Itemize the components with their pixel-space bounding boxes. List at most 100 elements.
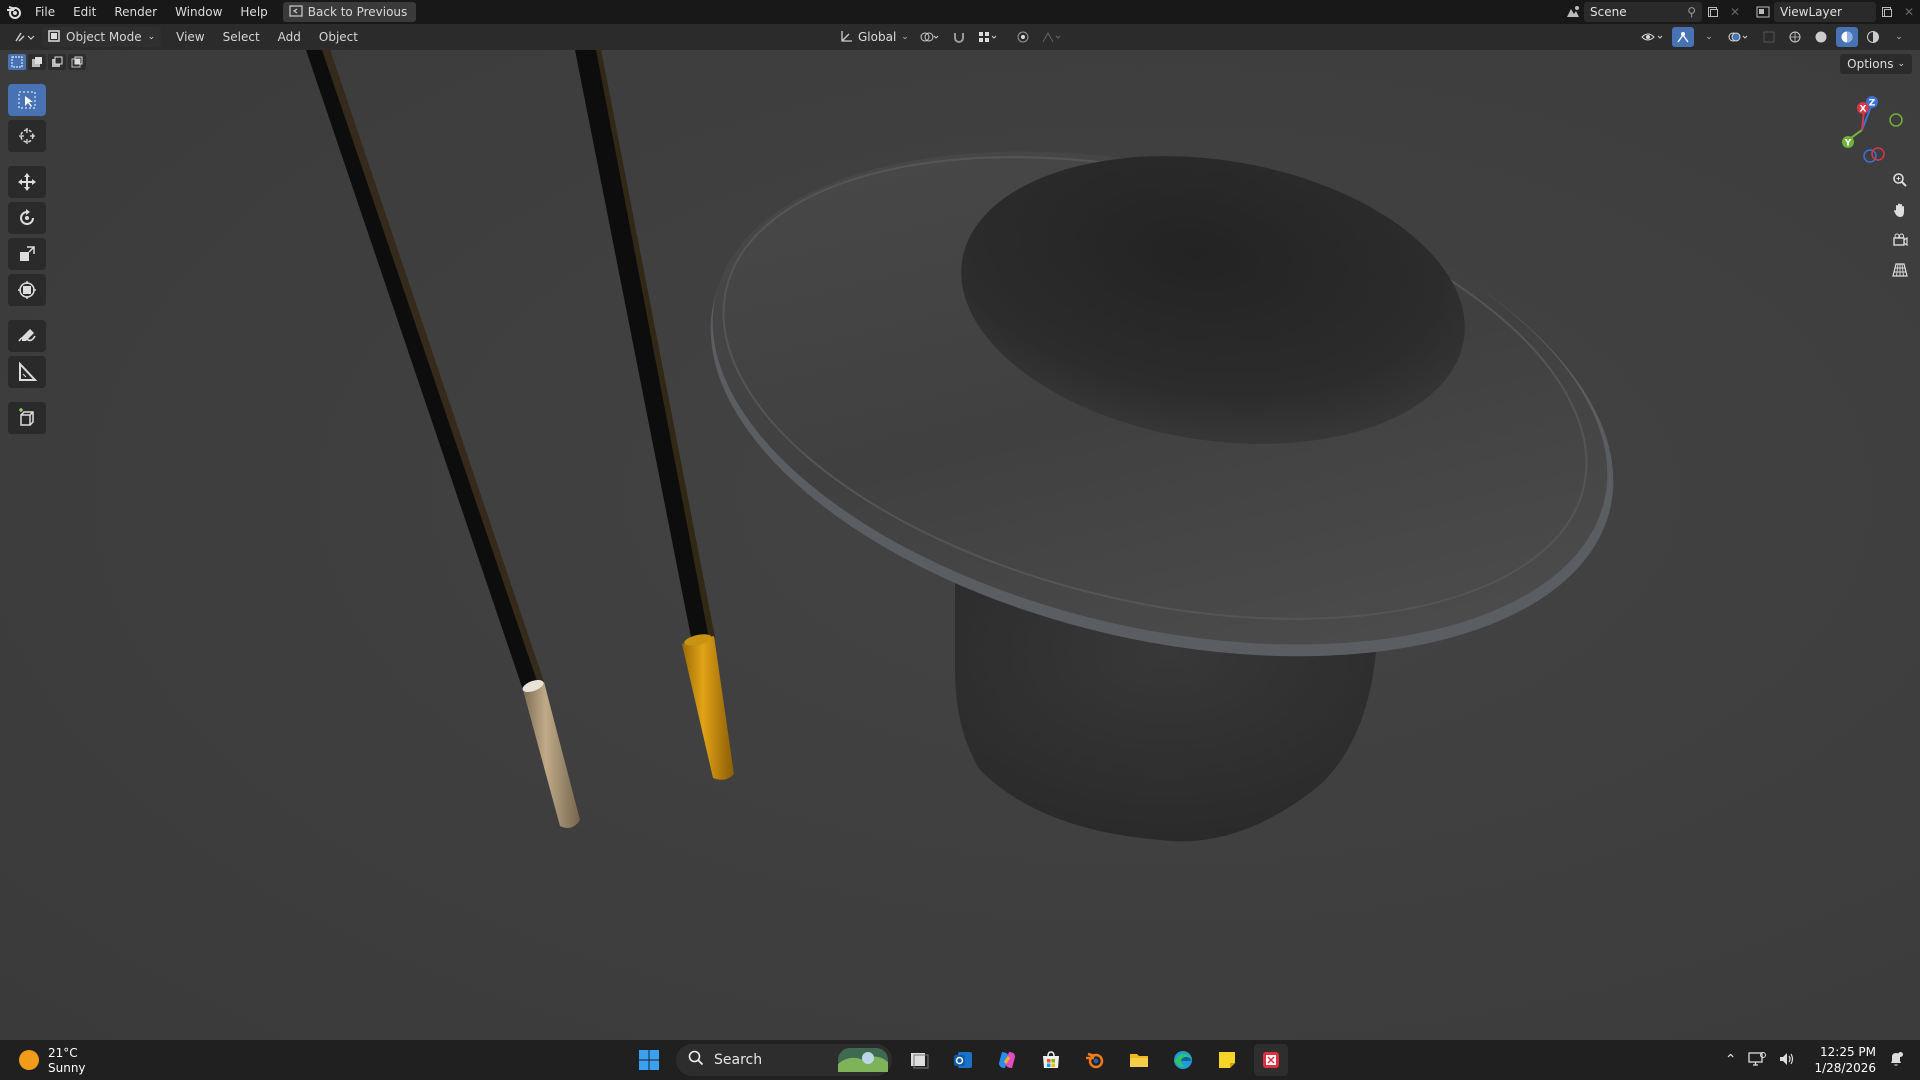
windows-taskbar: 21°C Sunny Search ⌃ 12:25 PM 1/28/2026 [0,1040,1920,1080]
gizmo-neg-z-axis[interactable] [1863,149,1877,163]
xray-toggle-icon[interactable] [1758,27,1780,47]
orientation-icon [839,29,853,46]
options-label: Options [1847,57,1894,71]
gizmo-neg-x-axis[interactable] [1871,147,1885,161]
pin-icon[interactable]: ⚲ [1687,5,1696,19]
microsoft-store-icon[interactable] [1034,1044,1068,1076]
close-scene-icon[interactable]: ✕ [1724,2,1746,22]
proportional-edit-icon[interactable] [1012,27,1034,47]
solid-shading-icon[interactable] [1810,27,1832,47]
navigation-gizmo[interactable]: Z X Y [1826,90,1906,170]
header-menu-view[interactable]: View [167,24,213,50]
mode-label: Object Mode [66,30,142,44]
select-extend-icon[interactable] [28,54,46,70]
pan-hand-icon[interactable] [1888,198,1912,222]
blender-window: File Edit Render Window Help Back to Pre… [0,0,1920,1080]
network-icon[interactable] [1748,1051,1767,1070]
mode-dropdown[interactable]: Object Mode ⌄ [42,27,162,47]
select-new-icon[interactable] [8,54,26,70]
copilot-icon[interactable] [990,1044,1024,1076]
svg-text:Y: Y [1844,139,1852,149]
scale-tool-icon[interactable] [8,238,46,270]
annotate-tool-icon[interactable] [8,320,46,352]
menu-window[interactable]: Window [166,0,231,24]
notifications-bell-icon[interactable] [1888,1051,1904,1070]
task-view-icon[interactable] [902,1044,936,1076]
measure-tool-icon[interactable] [8,356,46,388]
chevron-up-icon[interactable]: ⌃ [1725,1052,1737,1068]
chevron-down-icon: ⌄ [147,32,156,42]
menu-help[interactable]: Help [231,0,276,24]
material-preview-icon[interactable] [1836,27,1858,47]
header-menu-object[interactable]: Object [310,24,367,50]
visibility-icon[interactable] [1638,27,1668,47]
camera-view-icon[interactable] [1888,228,1912,252]
clock-time: 12:25 PM [1820,1045,1876,1059]
viewport-display-tools: ⌄ ⌄ [1638,24,1910,50]
outlook-icon[interactable] [946,1044,980,1076]
rotate-tool-icon[interactable] [8,202,46,234]
new-scene-icon[interactable] [1702,2,1724,22]
view-layer-name: ViewLayer [1780,5,1842,19]
select-box-tool-icon[interactable] [8,84,46,116]
zoom-icon[interactable] [1888,168,1912,192]
taskbar-search[interactable]: Search [676,1044,892,1076]
top-right-controls: Scene ⚲ ✕ ViewLayer ✕ [1562,0,1920,24]
cursor-tool-icon[interactable] [8,120,46,152]
header-menu-select[interactable]: Select [214,24,269,50]
transform-tool-icon[interactable] [8,274,46,306]
wireframe-shading-icon[interactable] [1784,27,1806,47]
view-layer-icon[interactable] [1752,2,1774,22]
editor-type-icon[interactable] [10,27,38,47]
svg-text:X: X [1860,105,1867,115]
navigation-buttons [1888,168,1912,282]
header-menu-add[interactable]: Add [269,24,310,50]
blender-logo-icon[interactable] [2,0,26,24]
add-cube-tool-icon[interactable] [8,402,46,434]
orientation-label: Global [858,30,897,44]
windows-start-icon[interactable] [632,1044,666,1076]
weather-description: Sunny [48,1061,86,1075]
close-view-layer-icon[interactable]: ✕ [1898,2,1920,22]
move-tool-icon[interactable] [8,166,46,198]
scene-field[interactable]: Scene ⚲ [1584,2,1702,22]
menu-edit[interactable]: Edit [64,0,105,24]
new-view-layer-icon[interactable] [1876,2,1898,22]
weather-widget[interactable]: 21°C Sunny [18,1046,86,1076]
view-layer-field[interactable]: ViewLayer [1774,2,1876,22]
shading-dropdown-icon[interactable]: ⌄ [1888,27,1910,47]
perspective-toggle-icon[interactable] [1888,258,1912,282]
weather-temperature: 21°C [48,1046,78,1060]
snipping-tool-icon[interactable] [1254,1044,1288,1076]
orientation-dropdown[interactable]: Global ⌄ [836,27,912,47]
sticky-notes-icon[interactable] [1210,1044,1244,1076]
select-subtract-icon[interactable] [48,54,66,70]
options-dropdown[interactable]: Options ⌄ [1840,54,1912,74]
svg-text:Z: Z [1869,99,1876,109]
select-intersect-icon[interactable] [68,54,86,70]
volume-icon[interactable] [1778,1051,1796,1070]
snap-increment-icon[interactable] [974,27,1002,47]
search-placeholder: Search [714,1052,763,1068]
menu-file[interactable]: File [26,0,64,24]
blender-app-icon[interactable] [1078,1044,1112,1076]
rendered-shading-icon[interactable] [1862,27,1884,47]
gizmo-neg-y-axis[interactable] [1889,113,1903,127]
back-to-previous-button[interactable]: Back to Previous [282,2,417,22]
gizmo-dropdown-icon[interactable]: ⌄ [1698,27,1720,47]
falloff-icon[interactable] [1038,27,1066,47]
gizmo-toggle-icon[interactable] [1672,27,1694,47]
file-explorer-icon[interactable] [1122,1044,1156,1076]
scene-icon[interactable] [1562,2,1584,22]
menu-render[interactable]: Render [105,0,166,24]
scene-render [0,50,1920,1040]
chevron-down-icon: ⌄ [1897,59,1905,69]
pivot-point-icon[interactable] [916,27,944,47]
overlays-icon[interactable] [1724,27,1754,47]
snap-toggle-icon[interactable] [948,27,970,47]
3d-viewport[interactable]: Options ⌄ Z X Y [0,50,1920,1040]
sun-icon [18,1049,40,1074]
system-tray: ⌃ 12:25 PM 1/28/2026 [1725,1044,1904,1076]
edge-browser-icon[interactable] [1166,1044,1200,1076]
clock[interactable]: 12:25 PM 1/28/2026 [1814,1044,1876,1076]
